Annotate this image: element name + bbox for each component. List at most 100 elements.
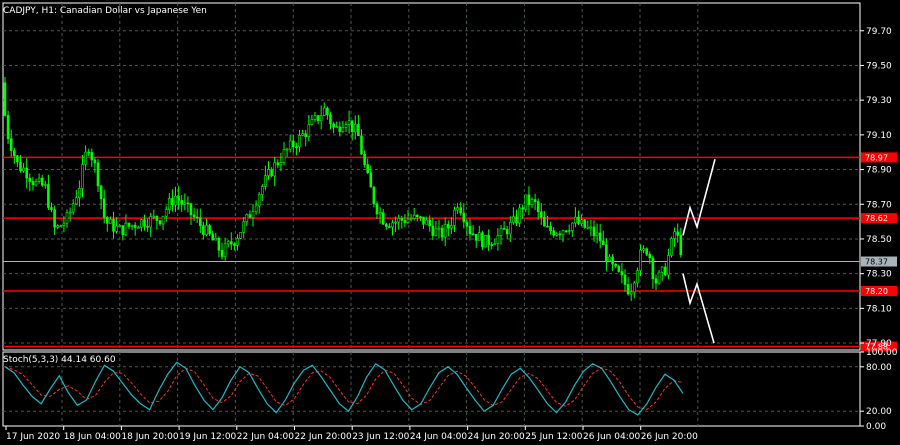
candle-body: [437, 227, 441, 230]
candle-body: [13, 150, 16, 157]
candle-body: [96, 162, 100, 187]
candle-body: [403, 220, 407, 224]
candle-body: [350, 120, 354, 133]
candle-body: [626, 284, 630, 295]
candle-body: [648, 253, 652, 259]
candle-body: [580, 219, 583, 224]
candle-body: [288, 140, 292, 150]
candle-body: [555, 233, 559, 236]
candle-body: [152, 215, 156, 218]
candle-body: [623, 274, 627, 285]
candle-body: [202, 225, 205, 235]
candle-body: [130, 224, 134, 227]
candle-body: [25, 167, 29, 179]
chart-title: CADJPY, H1: Canadian Dollar vs Japanese …: [3, 6, 207, 16]
candle-body: [248, 214, 252, 218]
candle-body: [425, 219, 428, 225]
candle-body: [357, 124, 360, 137]
candle-body: [629, 291, 633, 295]
candle-body: [137, 227, 140, 229]
candle-body: [474, 233, 478, 241]
level-tag-label: 78.62: [865, 214, 888, 223]
chart-svg[interactable]: 78.9778.6278.2077.88 79.7079.5079.3079.1…: [0, 0, 900, 445]
price-tick-label: 79.10: [866, 131, 892, 141]
candle-body: [236, 238, 239, 246]
candle-body: [564, 230, 568, 233]
candle-body: [533, 199, 537, 202]
candle-body: [71, 203, 75, 213]
candle-body: [642, 248, 645, 251]
candle-body: [394, 221, 397, 224]
candle-body: [481, 232, 484, 248]
candle-body: [78, 188, 81, 199]
candle-body: [539, 211, 543, 218]
candle-body: [388, 226, 391, 228]
price-tick-label: 79.70: [866, 27, 892, 37]
candle-body: [344, 124, 348, 128]
candle-body: [177, 195, 180, 201]
candle-body: [598, 232, 602, 242]
candle-body: [409, 218, 413, 220]
candle-body: [192, 214, 196, 218]
candle-body: [211, 233, 214, 241]
candle-body: [31, 181, 35, 186]
candle-body: [512, 216, 515, 223]
candle-body: [608, 256, 611, 262]
projection-arrows: [682, 158, 716, 344]
stoch-frame: [2, 351, 861, 427]
candle-body: [577, 216, 580, 224]
candle-body: [660, 266, 664, 273]
candle-body: [527, 194, 531, 206]
candle-body: [676, 231, 680, 236]
candle-body: [446, 224, 450, 229]
candle-body: [428, 219, 432, 227]
candle-body: [164, 209, 168, 217]
candle-body: [121, 225, 125, 236]
candle-body: [332, 123, 335, 128]
candle-body: [124, 222, 128, 236]
time-tick-label: 24 Jun 20:00: [468, 432, 525, 442]
price-axis: 79.70 79.50 79.30 79.10 78.90 78.70 78.50 78.30…: [860, 27, 898, 432]
candle-body: [567, 230, 571, 232]
candle-body: [56, 225, 60, 228]
candle-body: [335, 126, 339, 129]
candle-body: [493, 243, 497, 245]
level-tag-label: 78.20: [865, 287, 888, 296]
candle-body: [499, 228, 503, 236]
candle-body: [397, 218, 401, 223]
candle-body: [143, 219, 146, 227]
time-tick-label: 18 Jun 04:00: [64, 432, 121, 442]
candle-body: [87, 151, 90, 154]
time-tick-label: 24 Jun 04:00: [410, 432, 467, 442]
candle-body: [140, 219, 143, 228]
candle-body: [518, 207, 521, 224]
candle-body: [645, 248, 649, 255]
candle-body: [322, 107, 326, 116]
candle-body: [118, 225, 121, 227]
candle-body: [115, 225, 118, 232]
candle-body: [310, 119, 314, 125]
candle-body: [270, 169, 273, 177]
stoch-tick-label: 100.00: [866, 348, 898, 358]
candle-body: [199, 217, 202, 226]
candle-body: [93, 159, 97, 164]
price-tick-label: 78.30: [866, 270, 892, 280]
candle-body: [468, 225, 472, 235]
candles: [3, 76, 683, 301]
time-tick-label: 22 Jun 04:00: [237, 432, 294, 442]
candle-body: [301, 133, 304, 136]
candle-body: [257, 194, 261, 207]
candle-body: [583, 219, 587, 228]
candle-body: [657, 271, 661, 284]
candle-body: [663, 266, 667, 276]
candle-body: [189, 203, 193, 216]
candle-body: [260, 186, 264, 195]
candle-body: [487, 234, 490, 245]
candle-body: [422, 216, 425, 225]
candle-body: [391, 222, 394, 228]
candle-body: [667, 255, 670, 276]
candle-body: [102, 198, 106, 218]
candle-body: [109, 218, 112, 224]
candle-body: [50, 207, 53, 211]
candle-body: [28, 177, 32, 182]
